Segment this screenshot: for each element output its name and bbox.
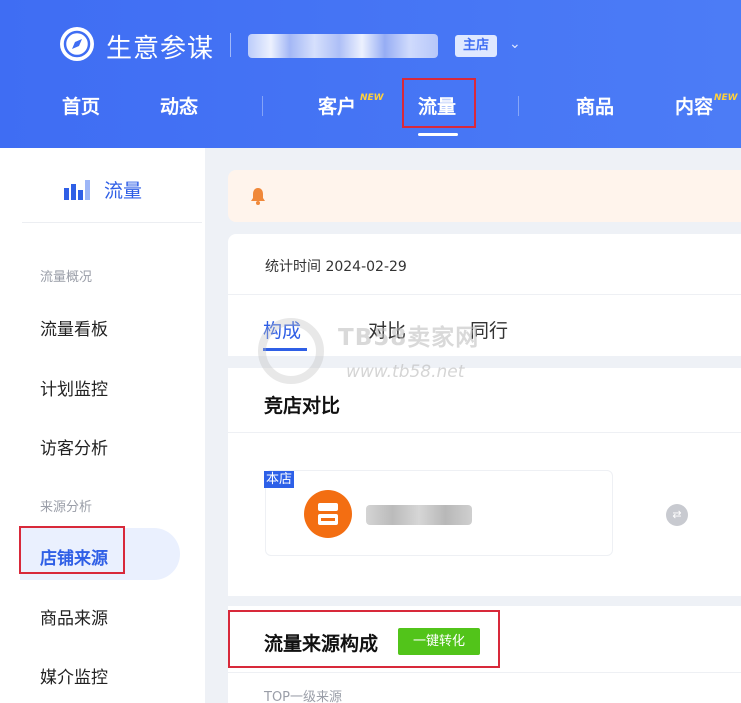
traffic-source-title: 流量来源构成 xyxy=(264,633,379,655)
nav-divider xyxy=(262,96,263,116)
sidebar: 流量 流量概况 流量看板 计划监控 访客分析 来源分析 店铺来源 商品来源 媒介… xyxy=(0,148,205,703)
sidebar-item-traffic-board[interactable]: 流量看板 xyxy=(40,315,108,340)
bar-chart-icon xyxy=(62,178,94,200)
watermark-text: TB58卖家网 xyxy=(338,325,480,351)
own-store-label: 本店 xyxy=(264,471,295,488)
top-header: 生意参谋 主店 ⌄ 首页 动态 客户 NEW 流量 商品 内容 NEW xyxy=(0,0,741,148)
watermark-url: www.tb58.net xyxy=(346,362,465,382)
blurred-store-title xyxy=(366,505,472,525)
sidebar-group-source-analysis: 来源分析 xyxy=(40,500,93,515)
nav-traffic[interactable]: 流量 xyxy=(418,92,456,119)
card-divider xyxy=(228,432,741,433)
watermark-logo-icon xyxy=(258,318,324,384)
top-source-label: TOP一级来源 xyxy=(264,690,343,703)
brand-name[interactable]: 生意参谋 xyxy=(106,28,214,65)
new-badge: NEW xyxy=(714,93,738,103)
sidebar-item-visitor-analysis[interactable]: 访客分析 xyxy=(40,434,108,459)
nav-divider xyxy=(518,96,519,116)
sidebar-divider xyxy=(22,222,202,223)
nav-customers[interactable]: 客户 xyxy=(318,92,356,119)
main-store-badge: 主店 xyxy=(455,35,497,57)
notice-bar xyxy=(228,170,741,222)
sidebar-group-traffic-overview: 流量概况 xyxy=(40,270,93,285)
sidebar-item-plan-monitor[interactable]: 计划监控 xyxy=(40,375,108,400)
new-badge: NEW xyxy=(360,93,384,103)
brand-divider xyxy=(230,33,231,57)
nav-active-indicator xyxy=(418,133,458,136)
card-divider xyxy=(228,672,741,673)
blurred-store-name xyxy=(248,34,438,58)
card-divider xyxy=(228,294,741,295)
one-click-convert-button[interactable]: 一键转化 xyxy=(398,628,480,655)
sidebar-item-media-monitor[interactable]: 媒介监控 xyxy=(40,663,108,688)
nav-dynamics[interactable]: 动态 xyxy=(160,92,198,119)
compass-logo-icon[interactable] xyxy=(60,27,94,61)
sidebar-item-product-source[interactable]: 商品来源 xyxy=(40,604,108,629)
bell-icon xyxy=(250,187,266,205)
sidebar-title: 流量 xyxy=(104,180,143,202)
nav-content[interactable]: 内容 xyxy=(675,92,713,119)
nav-home[interactable]: 首页 xyxy=(62,92,100,119)
competitor-compare-title: 竞店对比 xyxy=(264,395,341,417)
vs-icon[interactable]: ⇄ xyxy=(666,504,688,526)
stat-time: 统计时间 2024-02-29 xyxy=(265,259,407,275)
sidebar-item-store-source[interactable]: 店铺来源 xyxy=(40,544,108,569)
nav-products[interactable]: 商品 xyxy=(576,92,614,119)
store-avatar xyxy=(304,490,352,538)
chevron-down-icon[interactable]: ⌄ xyxy=(509,36,521,52)
